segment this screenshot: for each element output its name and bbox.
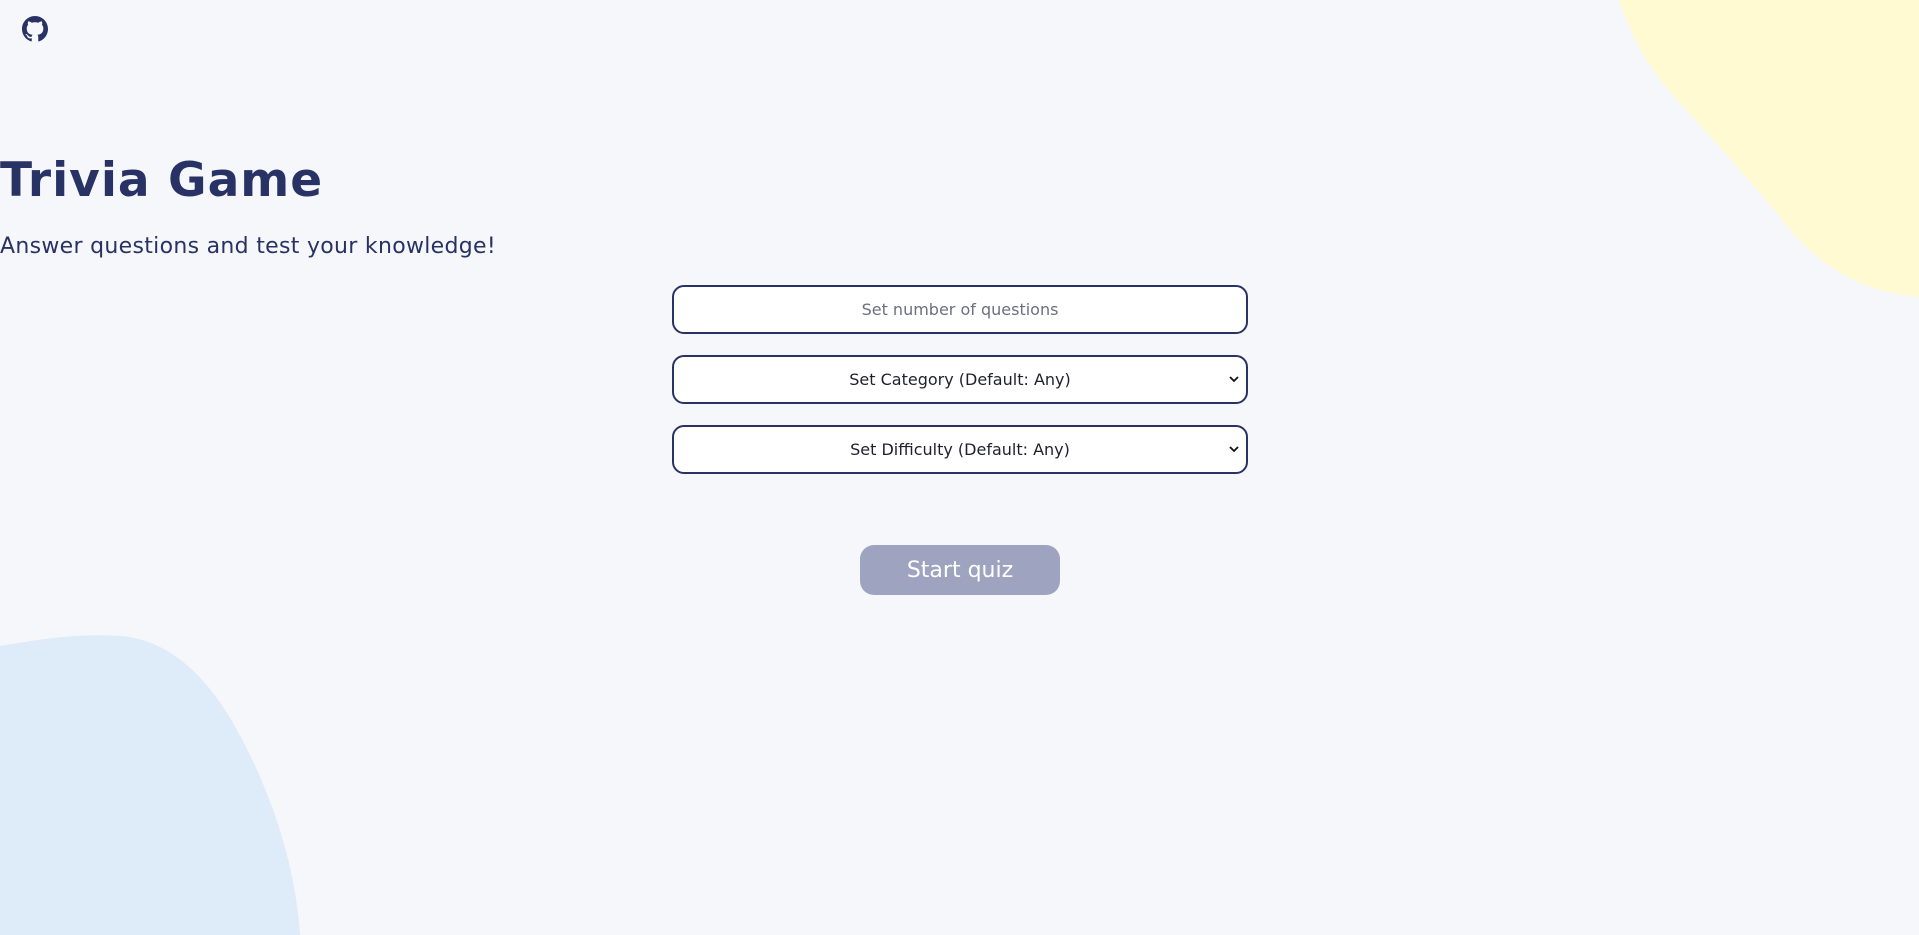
- start-quiz-button[interactable]: Start quiz: [860, 545, 1060, 595]
- difficulty-select[interactable]: Set Difficulty (Default: Any): [672, 425, 1248, 474]
- chevron-down-icon: [1228, 444, 1240, 456]
- page-title: Trivia Game: [0, 153, 324, 208]
- category-select-value: Set Category (Default: Any): [849, 370, 1071, 389]
- category-select[interactable]: Set Category (Default: Any): [672, 355, 1248, 404]
- chevron-down-icon: [1228, 374, 1240, 386]
- github-icon: [22, 16, 48, 42]
- page: Trivia Game Answer questions and test yo…: [0, 0, 1919, 935]
- page-subtitle: Answer questions and test your knowledge…: [0, 234, 496, 259]
- decorative-blue-blob: [0, 635, 300, 935]
- github-link[interactable]: [20, 14, 50, 44]
- difficulty-select-value: Set Difficulty (Default: Any): [850, 440, 1070, 459]
- number-of-questions-input[interactable]: [672, 285, 1248, 334]
